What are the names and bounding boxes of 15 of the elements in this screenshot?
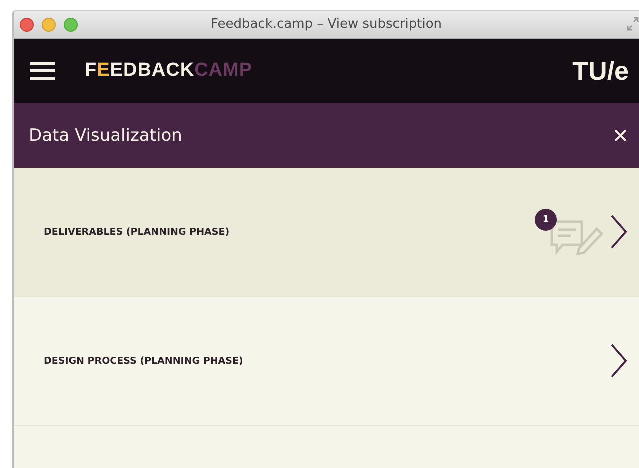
- list-item[interactable]: DESIGN PROCESS (PLANNING PHASE): [14, 297, 639, 426]
- item-label: DESIGN PROCESS (PLANNING PHASE): [44, 356, 244, 366]
- close-window-button[interactable]: [20, 18, 34, 32]
- close-button[interactable]: ✕: [610, 124, 631, 148]
- comment-count-badge: 1: [535, 209, 557, 231]
- window-title: Feedback.camp – View subscription: [210, 17, 442, 32]
- item-label: DELIVERABLES (PLANNING PHASE): [44, 226, 230, 238]
- comment-edit-icon[interactable]: [549, 219, 603, 255]
- brand-logo: TU/e: [572, 56, 629, 86]
- list-item[interactable]: DELIVERABLES (PLANNING PHASE) 1: [14, 168, 639, 297]
- logo[interactable]: FEEDBACKCAMP: [85, 60, 253, 82]
- chevron-right-icon[interactable]: [609, 214, 629, 250]
- chevron-right-icon[interactable]: [609, 343, 629, 379]
- menu-icon[interactable]: [30, 62, 55, 80]
- panel-title: Data Visualization: [29, 126, 182, 146]
